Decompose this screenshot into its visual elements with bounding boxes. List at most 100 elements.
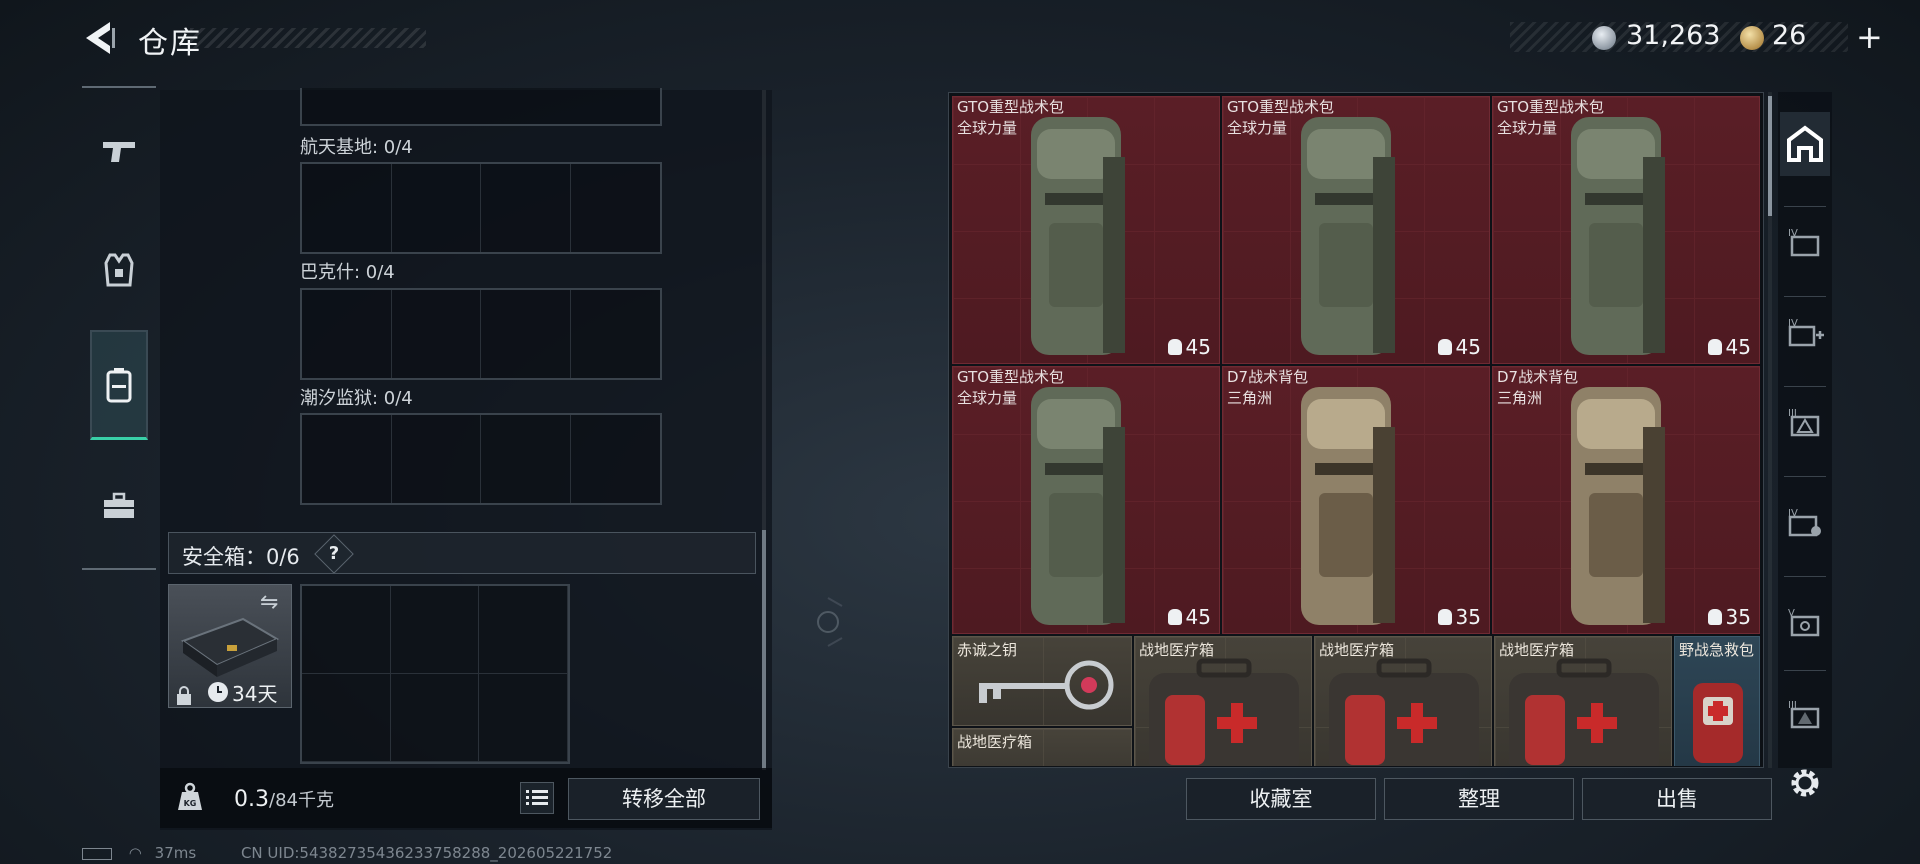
organize-button[interactable]: 整理 [1384, 778, 1574, 820]
add-currency-button[interactable]: + [1856, 18, 1883, 56]
clock-icon [208, 682, 228, 702]
item-name: 战地医疗箱 [1139, 641, 1215, 659]
tab-container-iii-triangle[interactable]: III [1780, 390, 1830, 454]
item-medkit[interactable]: 战地医疗箱 [1134, 636, 1312, 766]
help-button[interactable]: ? [320, 540, 348, 568]
item-gto-backpack[interactable]: GTO重型战术包 全球力量 45 [952, 366, 1220, 634]
stash-items-area: GTO重型战术包 全球力量 45 GTO重型战术包 全球力量 45 GTO重型战… [952, 96, 1760, 766]
page-title: 仓库 [138, 26, 202, 61]
capacity-icon [1167, 339, 1182, 355]
container-iv-gear-icon: IV [1788, 508, 1821, 537]
item-name: 战地医疗箱 [957, 733, 1033, 751]
settings-button[interactable] [1788, 766, 1822, 800]
item-capacity: 45 [1437, 335, 1481, 359]
backpack-icon [106, 367, 132, 402]
item-gto-backpack[interactable]: GTO重型战术包 全球力量 45 [1492, 96, 1760, 364]
item-name: 赤诚之钥 [957, 641, 1018, 659]
capacity-icon [1437, 609, 1452, 625]
silver-amount: 31,263 [1626, 20, 1721, 51]
tab-container-iv-gear[interactable]: IV [1780, 490, 1830, 554]
collection-button[interactable]: 收藏室 [1186, 778, 1376, 820]
right-scrollbar-thumb[interactable] [1768, 96, 1772, 216]
item-capacity: 45 [1707, 335, 1751, 359]
capacity-icon [1707, 339, 1722, 355]
tab-container-v[interactable]: V [1780, 590, 1830, 654]
transfer-all-button[interactable]: 转移全部 [568, 778, 760, 820]
ping-text: 37ms [154, 844, 197, 862]
slot-label-tidal-prison: 潮汐监狱: 0/4 [300, 388, 413, 409]
lock-icon [176, 686, 192, 710]
capacity-value: 45 [1455, 335, 1481, 359]
safebox-grid[interactable] [300, 584, 570, 764]
capacity-value: 45 [1185, 335, 1211, 359]
list-icon [526, 790, 548, 805]
tab-divider [1784, 476, 1826, 477]
tab-stash-home[interactable] [1780, 112, 1830, 176]
item-medkit[interactable]: 战地医疗箱 [952, 728, 1132, 766]
list-view-button[interactable] [520, 782, 554, 814]
item-medkit[interactable]: 战地医疗箱 [1494, 636, 1672, 766]
capacity-value: 35 [1725, 605, 1751, 629]
item-gto-backpack[interactable]: GTO重型战术包 全球力量 45 [952, 96, 1220, 364]
item-brand: 全球力量 [957, 119, 1018, 137]
weight-icon: KG [176, 782, 204, 812]
item-first-aid-pack[interactable]: 野战急救包 [1674, 636, 1760, 766]
item-d7-backpack[interactable]: D7战术背包 三角洲 35 [1492, 366, 1760, 634]
container-iii-icon: III [1788, 700, 1820, 729]
capacity-icon [1167, 609, 1182, 625]
item-brand: 全球力量 [1227, 119, 1288, 137]
item-name: GTO重型战术包 [957, 98, 1065, 116]
back-button[interactable] [80, 18, 120, 58]
tab-container-iii[interactable]: III [1780, 682, 1830, 746]
toolbox-icon [104, 492, 134, 518]
rail-item-armor[interactable] [90, 234, 148, 306]
capacity-value: 35 [1455, 605, 1481, 629]
item-medkit[interactable]: 战地医疗箱 [1314, 636, 1492, 766]
item-gto-backpack[interactable]: GTO重型战术包 全球力量 45 [1222, 96, 1490, 364]
item-d7-backpack[interactable]: D7战术背包 三角洲 35 [1222, 366, 1490, 634]
item-brand: 全球力量 [1497, 119, 1558, 137]
safebox-label: 安全箱：0/6 [182, 545, 300, 569]
container-iv-icon: IV [1788, 228, 1820, 257]
slot-group-partial [300, 88, 662, 126]
item-name: D7战术背包 [1497, 368, 1579, 386]
item-name: GTO重型战术包 [1227, 98, 1335, 116]
tab-container-iv[interactable]: IV [1780, 210, 1830, 274]
item-brand: 全球力量 [957, 389, 1018, 407]
silver-coin-icon [1592, 26, 1616, 50]
item-name: GTO重型战术包 [957, 368, 1065, 386]
slot-group-tidal-prison[interactable] [300, 413, 662, 505]
slot-label-space-base: 航天基地: 0/4 [300, 137, 413, 158]
gold-coin-icon [1740, 26, 1764, 50]
sell-button[interactable]: 出售 [1582, 778, 1772, 820]
tab-container-iv-plus[interactable]: IV [1780, 300, 1830, 364]
stash-home-icon [1787, 125, 1823, 162]
item-name: 战地医疗箱 [1499, 641, 1575, 659]
status-row: ◠ 37ms CN UID:5438273543623375828​8_2026… [82, 844, 612, 862]
weight-current: 0.3 [234, 787, 269, 812]
container-iv-plus-icon: IV [1788, 318, 1824, 347]
item-name: GTO重型战术包 [1497, 98, 1605, 116]
slot-group-bakhsh[interactable] [300, 288, 662, 380]
svg-text:KG: KG [184, 799, 197, 808]
slot-group-space-base[interactable] [300, 162, 662, 254]
weight-readout: 0.3/84千克 [234, 786, 334, 812]
safebox-duration: 34天 [232, 682, 278, 706]
left-scrollbar-thumb[interactable] [762, 530, 766, 770]
back-arrow-icon [86, 22, 115, 54]
title-decor-stripe [190, 28, 426, 48]
rail-item-weapons[interactable] [90, 116, 148, 188]
reticle-decor [806, 594, 850, 650]
capacity-value: 45 [1185, 605, 1211, 629]
rail-item-backpack[interactable] [90, 330, 148, 440]
capacity-value: 45 [1725, 335, 1751, 359]
item-key[interactable]: 赤诚之钥 [952, 636, 1132, 726]
tab-divider [1784, 386, 1826, 387]
swap-icon[interactable]: ⇋ [260, 590, 278, 615]
uid-text: CN UID:5438273543623375828​8_20260522175… [240, 844, 613, 862]
tab-divider [1784, 670, 1826, 671]
item-name: 战地医疗箱 [1319, 641, 1395, 659]
rail-item-tools[interactable] [90, 470, 148, 542]
capacity-icon [1437, 339, 1452, 355]
pistol-icon [103, 142, 135, 162]
